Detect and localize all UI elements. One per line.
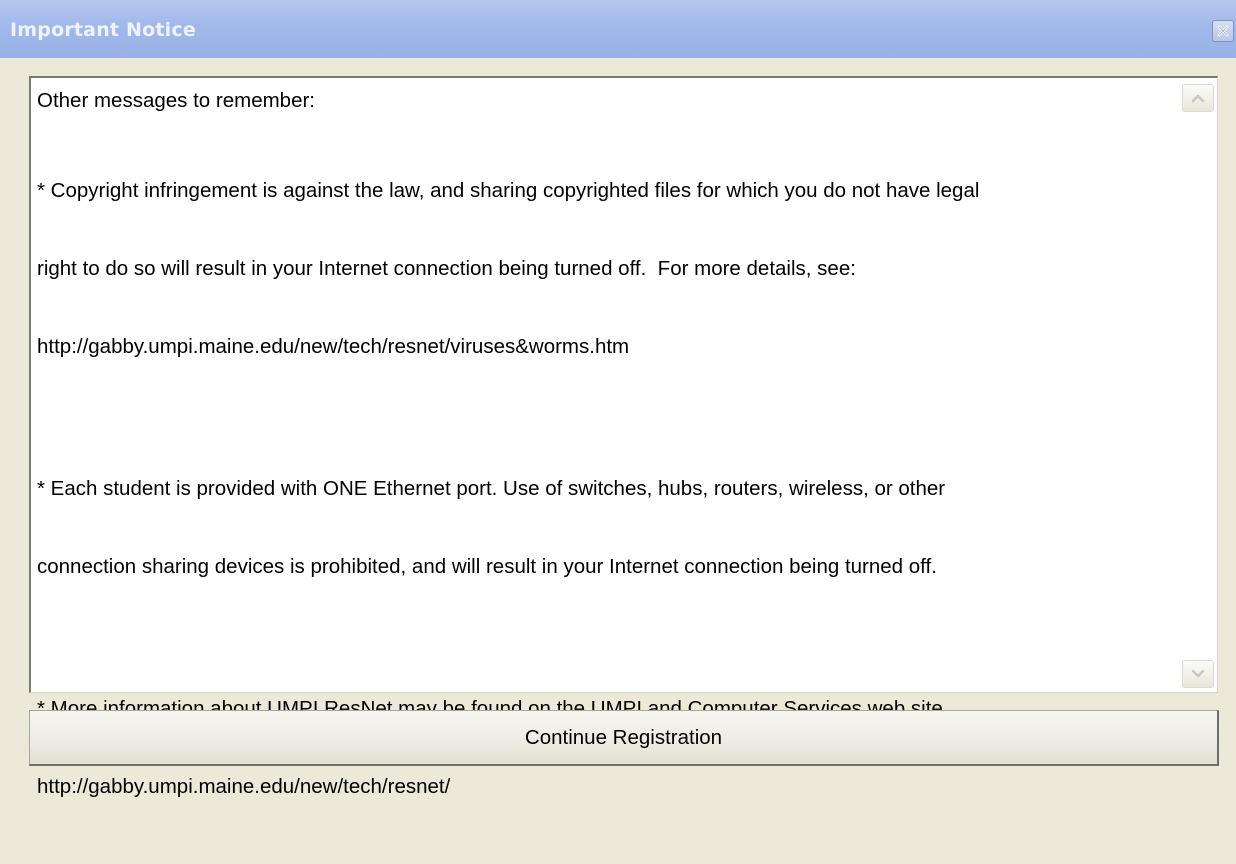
notice-intro: Other messages to remember: [37,89,315,112]
vertical-scrollbar[interactable] [1179,78,1217,692]
title-bar[interactable]: Important Notice [0,0,1236,58]
close-icon [1217,25,1229,37]
notice-paragraph-ethernet: * Each student is provided with ONE Ethe… [37,424,1173,632]
continue-registration-button[interactable]: Continue Registration [29,710,1219,766]
chevron-up-icon [1191,94,1205,103]
notice-line: * Copyright infringement is against the … [37,179,980,202]
notice-link: http://gabby.umpi.maine.edu/new/tech/res… [37,775,451,798]
notice-text-area[interactable]: Other messages to remember: * Copyright … [29,76,1218,798]
scroll-up-button[interactable] [1182,84,1214,112]
chevron-down-icon [1191,669,1205,678]
window-title: Important Notice [10,19,196,41]
notice-paragraph-copyright: * Copyright infringement is against the … [37,126,1173,412]
notice-dialog: Important Notice Other messages to remem… [0,0,1236,798]
notice-line: * Each student is provided with ONE Ethe… [37,477,946,500]
close-button[interactable] [1212,20,1234,42]
notice-line: connection sharing devices is prohibited… [37,555,937,578]
notice-link: http://gabby.umpi.maine.edu/new/tech/res… [37,335,630,358]
scroll-down-button[interactable] [1182,660,1214,688]
notice-line: right to do so will result in your Inter… [37,257,856,280]
